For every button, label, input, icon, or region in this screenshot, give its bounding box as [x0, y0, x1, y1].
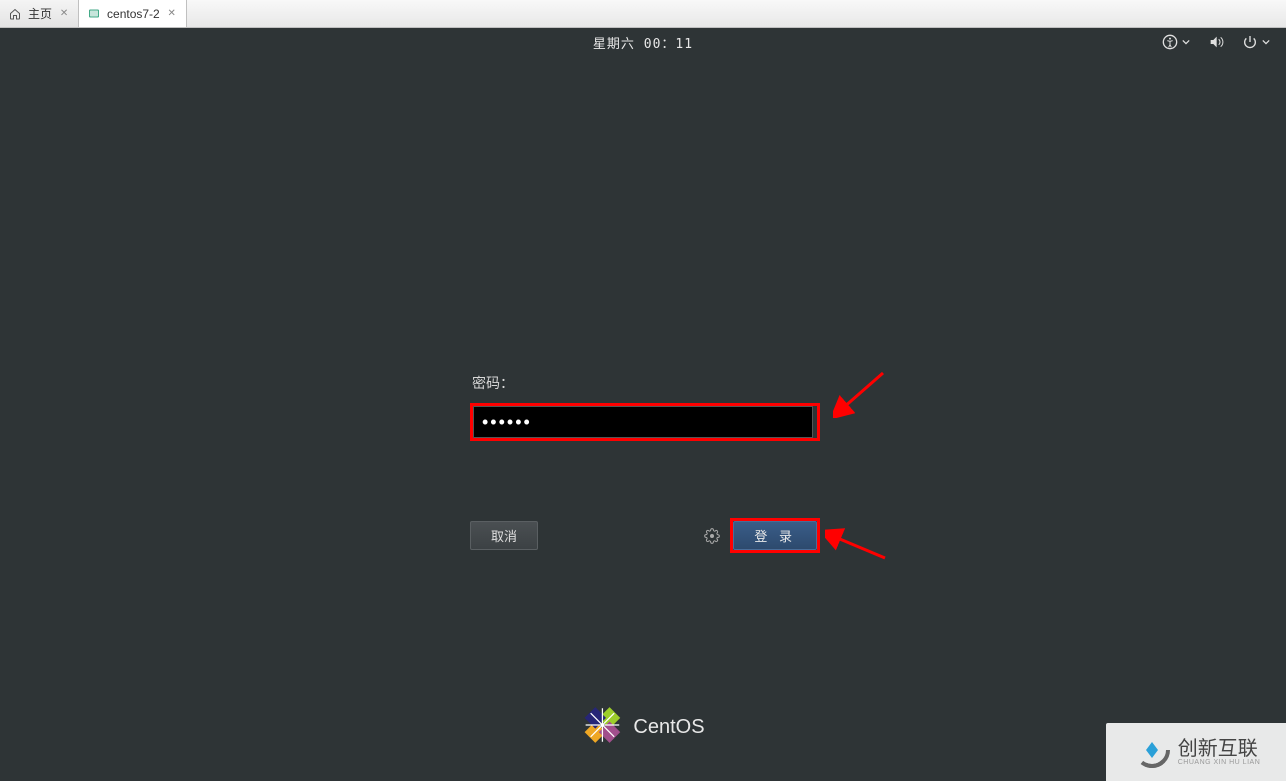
gdm-login-screen: 星期六 00：11 密码： 取消: [0, 28, 1286, 781]
login-form: 密码：: [470, 373, 820, 441]
centos-logo-icon: [581, 704, 623, 751]
chevron-down-icon: [1182, 38, 1190, 46]
password-input[interactable]: [473, 406, 813, 438]
session-settings-button[interactable]: [704, 528, 720, 544]
login-right-group: 登 录: [704, 518, 820, 553]
close-icon[interactable]: ✕: [58, 8, 70, 20]
centos-branding: CentOS: [581, 704, 704, 751]
login-button[interactable]: 登 录: [733, 521, 817, 550]
tab-centos7-2[interactable]: centos7-2 ✕: [79, 0, 187, 27]
chevron-down-icon: [1262, 38, 1270, 46]
accessibility-menu[interactable]: [1162, 34, 1190, 50]
centos-brand-text: CentOS: [633, 716, 704, 739]
watermark-main-text: 创新互联: [1178, 739, 1261, 759]
home-icon: [8, 7, 22, 21]
vm-icon: [87, 7, 101, 21]
close-icon[interactable]: ✕: [166, 8, 178, 20]
tab-home[interactable]: 主页 ✕: [0, 0, 79, 27]
annotation-arrow-icon: [833, 368, 893, 418]
annotation-highlight-password: [470, 403, 820, 441]
tab-bar: 主页 ✕ centos7-2 ✕: [0, 0, 1286, 28]
login-buttons-row: 取消 登 录: [470, 518, 820, 553]
status-icons: [1162, 34, 1270, 50]
watermark-logo-icon: [1132, 730, 1172, 775]
tab-label: 主页: [28, 5, 52, 22]
annotation-arrow-icon: [825, 523, 895, 568]
top-status-bar: 星期六 00：11: [0, 28, 1286, 56]
datetime-label: 星期六 00：11: [593, 33, 693, 52]
volume-icon[interactable]: [1208, 34, 1224, 50]
watermark-sub-text: CHUANG XIN HU LIAN: [1178, 759, 1261, 766]
watermark: 创新互联 CHUANG XIN HU LIAN: [1106, 723, 1286, 781]
power-menu[interactable]: [1242, 34, 1270, 50]
annotation-highlight-login: 登 录: [730, 518, 820, 553]
password-label: 密码：: [472, 373, 820, 393]
tab-label: centos7-2: [107, 7, 160, 21]
gear-icon: [704, 528, 720, 544]
cancel-button[interactable]: 取消: [470, 521, 538, 550]
